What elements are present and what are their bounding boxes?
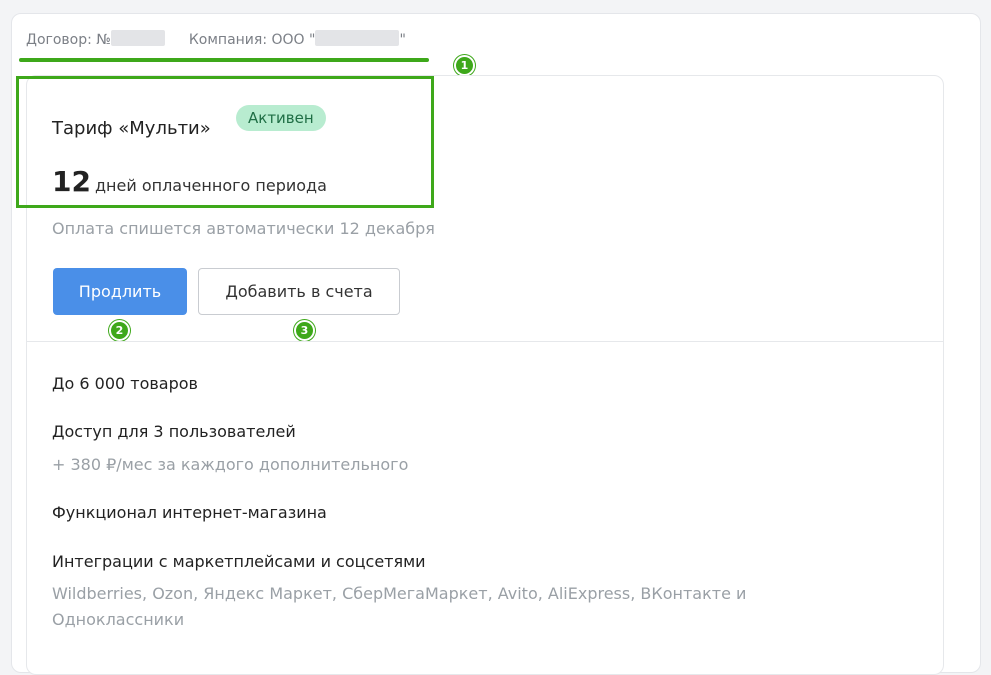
feature-shop-title: Функционал интернет-магазина [52, 503, 327, 522]
highlight-underline [19, 58, 429, 62]
annotation-badge-3: 3 [294, 320, 315, 341]
extend-button[interactable]: Продлить [53, 268, 187, 315]
feature-users-title: Доступ для 3 пользователей [52, 422, 296, 441]
company-name-redacted [315, 30, 400, 46]
status-badge: Активен [236, 105, 326, 131]
paid-days-count: 12 [52, 165, 91, 198]
feature-users-subtitle: + 380 ₽/мес за каждого дополнительного [52, 455, 409, 474]
contract-number-redacted [110, 30, 165, 46]
tariff-title: Тариф «Мульти» [52, 118, 211, 139]
feature-integrations-title: Интеграции с маркетплейсами и соцсетями [52, 552, 426, 571]
feature-integrations-subtitle-cont: Одноклассники [52, 610, 185, 629]
company-quote: " [399, 32, 406, 48]
annotation-badge-2: 2 [109, 320, 130, 341]
contract-info: Договор: № Компания: ООО " " [26, 30, 406, 48]
section-divider [27, 341, 943, 342]
paid-period: 12 дней оплаченного периода [52, 165, 327, 198]
annotation-badge-1: 1 [454, 55, 475, 76]
paid-days-label: дней оплаченного периода [94, 176, 327, 195]
contract-label: Договор: № [26, 32, 111, 48]
feature-integrations-subtitle: Wildberries, Ozon, Яндекс Маркет, СберМе… [52, 584, 747, 603]
autopay-note: Оплата спишется автоматически 12 декабря [52, 219, 435, 238]
feature-products-title: До 6 000 товаров [52, 374, 198, 393]
company-label: Компания: ООО " [188, 32, 316, 48]
add-to-bills-button[interactable]: Добавить в счета [198, 268, 400, 315]
